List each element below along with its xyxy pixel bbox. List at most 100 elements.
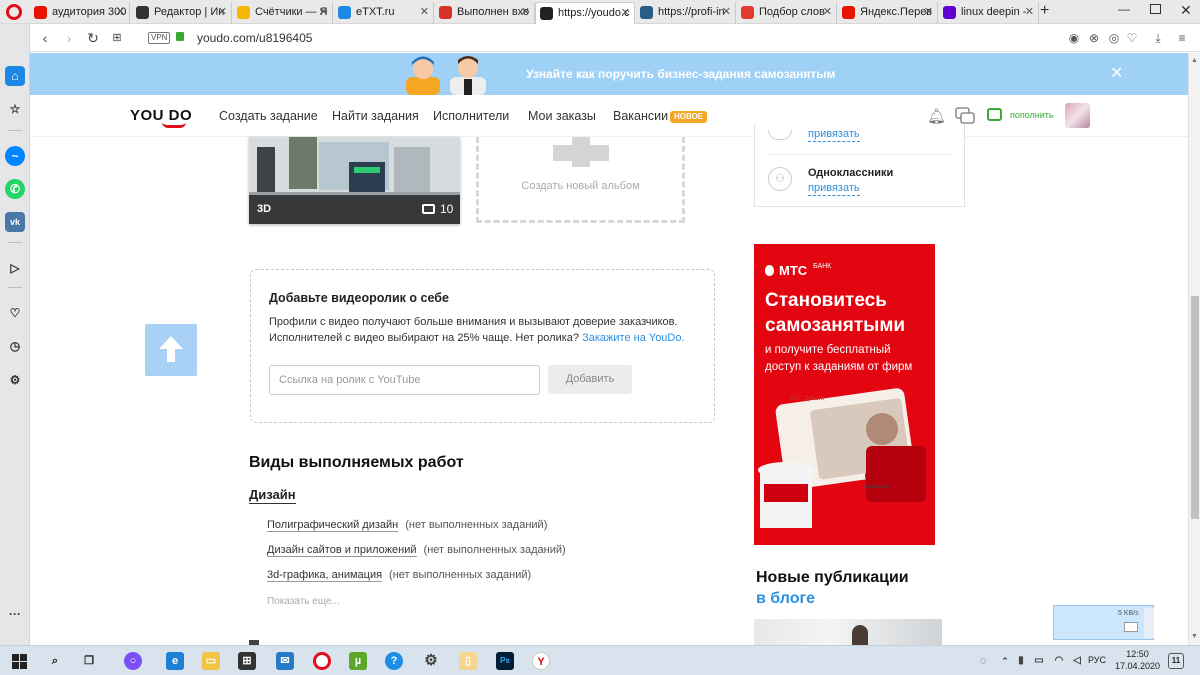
- wifi-icon[interactable]: ◠: [1050, 652, 1068, 670]
- opera-taskbar-icon[interactable]: [313, 652, 331, 670]
- clock[interactable]: 12:50 17.04.2020: [1115, 648, 1160, 672]
- notes-icon[interactable]: ▯: [459, 652, 477, 670]
- favorites-heart-icon[interactable]: ♡: [5, 303, 25, 323]
- tab-2[interactable]: Счётчики — Я ✕: [233, 2, 333, 24]
- avatar[interactable]: [1065, 103, 1090, 128]
- close-window-button[interactable]: ✕: [1180, 2, 1192, 19]
- messenger-icon[interactable]: ~: [5, 146, 25, 166]
- vpn-badge[interactable]: VPN: [148, 32, 171, 44]
- tab-1[interactable]: Редактор | Ин ✕: [132, 2, 232, 24]
- tab-close-icon[interactable]: ✕: [924, 2, 933, 22]
- task-view-icon[interactable]: ❐: [80, 652, 98, 670]
- mts-ad-banner[interactable]: МТС БАНК Становитесь самозанятыми и полу…: [754, 244, 935, 545]
- scroll-up-arrow[interactable]: ▲: [1191, 57, 1198, 64]
- adblock-icon[interactable]: ⊗: [1086, 30, 1102, 46]
- blog-title-2[interactable]: в блоге: [756, 590, 815, 608]
- microphone-icon[interactable]: ▮: [1012, 652, 1030, 670]
- vk-icon[interactable]: vk: [5, 212, 25, 232]
- tab-4[interactable]: Выполнен вхо ✕: [435, 2, 535, 24]
- tab-close-icon[interactable]: ✕: [319, 2, 328, 22]
- nav-performers[interactable]: Исполнители: [433, 109, 509, 123]
- reload-icon[interactable]: ↻: [84, 29, 102, 47]
- bind-link-2[interactable]: привязать: [808, 182, 860, 196]
- heart-icon[interactable]: ♡: [1124, 30, 1140, 46]
- tab-close-icon[interactable]: ✕: [116, 2, 125, 22]
- work-item-link[interactable]: 3d-графика, анимация: [267, 569, 383, 582]
- tab-5[interactable]: https://youdo.c ✕: [535, 2, 635, 24]
- nav-create-task[interactable]: Создать задание: [219, 109, 318, 123]
- utorrent-icon[interactable]: µ: [349, 652, 367, 670]
- url-field[interactable]: youdo.com/u8196405: [197, 30, 312, 46]
- back-icon[interactable]: ‹: [36, 29, 54, 47]
- banner-text[interactable]: Узнайте как поручить бизнес-задания само…: [526, 67, 835, 81]
- download-icon[interactable]: ⤓: [1150, 30, 1166, 46]
- wallet-icon[interactable]: [987, 108, 1002, 121]
- youtube-link-input[interactable]: Ссылка на ролик с YouTube: [269, 365, 540, 395]
- history-icon[interactable]: ◷: [5, 336, 25, 356]
- more-icon[interactable]: ···: [5, 604, 25, 624]
- bind-link-1[interactable]: привязать: [808, 128, 860, 142]
- tab-close-icon[interactable]: ✕: [823, 2, 832, 22]
- volume-icon[interactable]: ◁: [1068, 652, 1086, 670]
- camera-icon[interactable]: ◉: [1066, 30, 1082, 46]
- share-icon[interactable]: ◎: [1106, 30, 1122, 46]
- settings-icon[interactable]: ⚙: [5, 370, 25, 390]
- tab-3[interactable]: eTXT.ru ✕: [334, 2, 434, 24]
- promo-banner[interactable]: Узнайте как поручить бизнес-задания само…: [30, 53, 1188, 95]
- download-popup[interactable]: 5 KB/s: [1053, 605, 1154, 640]
- chat-icon[interactable]: [955, 107, 975, 125]
- bell-icon[interactable]: 🔔︎: [927, 107, 946, 125]
- flow-icon[interactable]: ▷: [5, 258, 25, 278]
- edge-icon[interactable]: e: [166, 652, 184, 670]
- tab-close-icon[interactable]: ✕: [521, 2, 530, 22]
- mail-icon[interactable]: ✉: [276, 652, 294, 670]
- gear-icon[interactable]: ⚙: [422, 652, 440, 670]
- opera-logo-icon[interactable]: [6, 4, 22, 20]
- new-album-button[interactable]: Создать новый альбом: [476, 137, 685, 223]
- whatsapp-icon[interactable]: ✆: [5, 179, 25, 199]
- work-item-link[interactable]: Полиграфический дизайн: [267, 519, 399, 532]
- tab-close-icon[interactable]: ✕: [621, 3, 630, 23]
- work-item-link[interactable]: Дизайн сайтов и приложений: [267, 544, 417, 557]
- explorer-icon[interactable]: ▭: [202, 652, 220, 670]
- new-tab-button[interactable]: +: [1040, 2, 1049, 20]
- blog-preview-image[interactable]: [754, 619, 942, 645]
- minimize-button[interactable]: —: [1118, 2, 1130, 16]
- language-indicator[interactable]: РУС: [1088, 655, 1106, 665]
- menu-icon[interactable]: ≡: [1174, 30, 1190, 46]
- banner-close-icon[interactable]: ✕: [1110, 63, 1123, 83]
- topup-link[interactable]: пополнить: [1010, 110, 1054, 120]
- star-icon[interactable]: ☆: [5, 99, 25, 119]
- speed-dial-icon[interactable]: ⊞: [108, 29, 126, 47]
- tab-8[interactable]: Яндекс.Перев ✕: [838, 2, 938, 24]
- works-category[interactable]: Дизайн: [249, 487, 296, 504]
- alice-icon[interactable]: ○: [124, 652, 142, 670]
- order-video-link[interactable]: Закажите на YouDo.: [582, 332, 684, 344]
- tab-close-icon[interactable]: ✕: [218, 2, 227, 22]
- tab-close-icon[interactable]: ✕: [1025, 2, 1034, 22]
- add-video-button[interactable]: Добавить: [548, 365, 632, 394]
- network-icon[interactable]: ◌: [974, 652, 992, 670]
- restore-button[interactable]: [1150, 4, 1161, 14]
- tab-9[interactable]: linux deepin - ✕: [939, 2, 1039, 24]
- yandex-browser-icon[interactable]: Y: [532, 652, 550, 670]
- battery-icon[interactable]: ▭: [1030, 652, 1048, 670]
- search-icon[interactable]: ⌕: [46, 652, 64, 670]
- home-icon[interactable]: ⌂: [5, 66, 25, 86]
- show-more-link[interactable]: Показать еще...: [267, 596, 340, 607]
- notifications-icon[interactable]: 11: [1168, 653, 1184, 669]
- nav-find-tasks[interactable]: Найти задания: [332, 109, 419, 123]
- page-scrollbar[interactable]: ▲ ▼: [1188, 53, 1200, 645]
- help-icon[interactable]: ?: [385, 652, 403, 670]
- tab-0[interactable]: аудитория 300 ✕: [30, 2, 130, 24]
- store-icon[interactable]: ⊞: [238, 652, 256, 670]
- tab-7[interactable]: Подбор слов ✕: [737, 2, 837, 24]
- forward-icon[interactable]: ›: [60, 29, 78, 47]
- tab-close-icon[interactable]: ✕: [420, 2, 429, 22]
- photoshop-icon[interactable]: Ps: [496, 652, 514, 670]
- nav-my-orders[interactable]: Мои заказы: [528, 109, 596, 123]
- scroll-top-button[interactable]: [145, 324, 197, 376]
- windows-start-icon[interactable]: [12, 654, 28, 669]
- tab-close-icon[interactable]: ✕: [722, 2, 731, 22]
- nav-vacancies[interactable]: Вакансии: [613, 109, 668, 123]
